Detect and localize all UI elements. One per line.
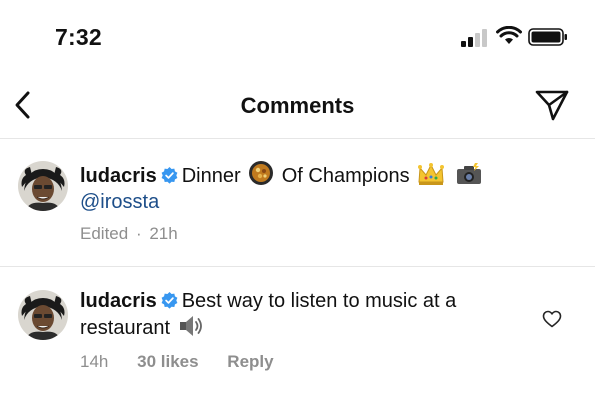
speaker-emoji-icon <box>179 316 202 336</box>
verified-badge-icon <box>161 292 178 309</box>
wifi-icon <box>496 26 522 44</box>
crown-emoji-icon <box>418 163 445 185</box>
comment-username[interactable]: ludacris <box>80 165 157 187</box>
comment-age: 14h <box>80 352 109 371</box>
page-title: Comments <box>240 93 355 118</box>
verified-badge-icon <box>161 167 178 184</box>
like-heart-icon[interactable] <box>542 310 562 328</box>
avatar[interactable] <box>18 161 68 211</box>
comment-meta: Edited · 21h <box>80 224 202 244</box>
comment-text: ludacris Best way to listen to music at a… <box>80 288 535 341</box>
status-time: 7:32 <box>55 24 102 50</box>
cellular-signal-icon <box>461 29 487 47</box>
send-direct-icon[interactable] <box>534 88 570 122</box>
mention-link[interactable]: @irossta <box>80 191 159 213</box>
camera-flash-emoji-icon <box>456 163 481 184</box>
comment-meta: 14h 30 likes Reply <box>80 352 298 372</box>
battery-icon <box>528 28 567 46</box>
edited-label: Edited <box>80 224 129 243</box>
comment-age: 21h <box>149 224 178 243</box>
comment-text-part: Best way to listen to music at a <box>181 290 457 312</box>
comment-text-part: Of Champions <box>281 165 410 187</box>
nav-bar: Comments <box>0 74 595 139</box>
reply-button[interactable]: Reply <box>227 352 273 371</box>
comment-text-part: restaurant <box>80 317 171 339</box>
comment-text-part: Dinner <box>181 165 241 187</box>
comment-item: ludacris Dinner Of Champions @irossta Ed… <box>0 140 595 267</box>
comment-item: ludacris Best way to listen to music at a… <box>0 268 595 411</box>
pan-food-emoji-icon <box>249 161 274 185</box>
likes-count[interactable]: 30 likes <box>137 352 198 371</box>
avatar[interactable] <box>18 290 68 340</box>
comment-text: ludacris Dinner Of Champions @irossta <box>80 160 535 215</box>
avatar-image <box>18 161 68 211</box>
avatar-image <box>18 290 68 340</box>
comment-username[interactable]: ludacris <box>80 290 157 312</box>
meta-separator: · <box>135 224 142 243</box>
status-bar: 7:32 <box>0 0 595 70</box>
